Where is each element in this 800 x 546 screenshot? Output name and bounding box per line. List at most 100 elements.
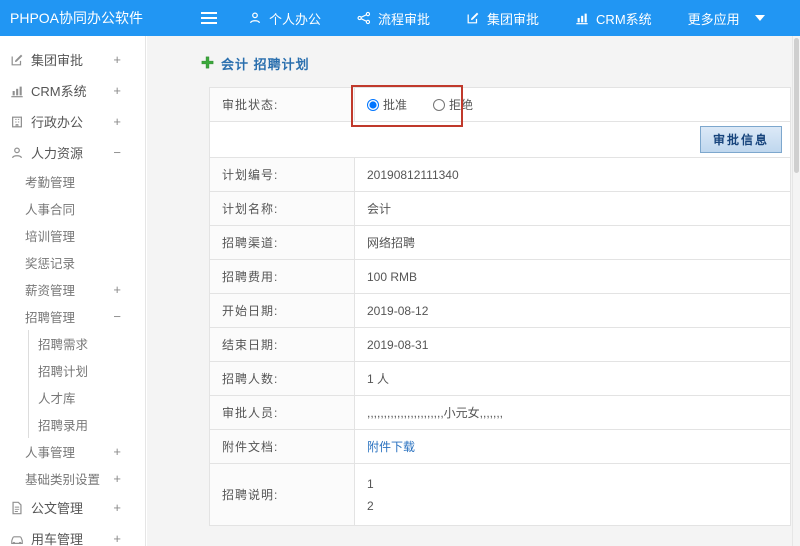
chart-icon: [10, 84, 24, 98]
radio-reject[interactable]: [433, 98, 446, 111]
nav-label: CRM系统: [596, 11, 652, 27]
sidebar-item-human-resources[interactable]: 人力资源 −: [0, 137, 145, 168]
field-value: 100 RMB: [354, 259, 791, 294]
sidebar-item-label: 用车管理: [31, 532, 84, 546]
field-row-headcount: 招聘人数: 1 人: [209, 361, 791, 396]
sidebar-item-crm[interactable]: CRM系统 +: [0, 75, 145, 106]
sidebar-item-label: 集团审批: [31, 53, 84, 68]
description-line: 2: [367, 498, 374, 513]
approval-button-row: 审批信息: [209, 121, 791, 158]
field-label: 招聘费用:: [209, 259, 355, 294]
field-value: 2019-08-12: [354, 293, 791, 328]
sidebar-item-label: 奖惩记录: [25, 257, 76, 271]
expand-toggle[interactable]: +: [113, 500, 121, 515]
sidebar-item-label: 人才库: [38, 392, 76, 406]
attachment-download-link[interactable]: 附件下载: [367, 440, 415, 454]
field-row-plan-number: 计划编号: 20190812111340: [209, 157, 791, 192]
sidebar-item-group-approval[interactable]: 集团审批 +: [0, 44, 145, 75]
sidebar-item-talent-pool[interactable]: 人才库: [29, 384, 145, 411]
people-icon: [10, 146, 24, 160]
expand-toggle[interactable]: +: [113, 83, 121, 98]
sidebar-item-label: 行政办公: [31, 115, 84, 130]
sidebar-item-training[interactable]: 培训管理: [0, 222, 145, 249]
sidebar-item-recruitment[interactable]: 招聘管理 −: [0, 303, 145, 330]
recruit-plan-form: 审批状态: 批准 拒绝 审批信息 计划编号: 20190812111340 计划…: [209, 87, 791, 526]
approval-info-button[interactable]: 审批信息: [699, 126, 782, 153]
field-label: 计划编号:: [209, 157, 355, 192]
sidebar-item-personnel[interactable]: 人事管理 +: [0, 438, 145, 465]
nav-label: 个人办公: [269, 11, 322, 27]
nav-label: 集团审批: [487, 11, 540, 27]
nav-personal-office[interactable]: 个人办公: [248, 9, 321, 28]
sidebar-item-recruit-demand[interactable]: 招聘需求: [29, 330, 145, 357]
chart-icon: [575, 11, 589, 25]
sidebar-item-attendance[interactable]: 考勤管理: [0, 168, 145, 195]
radio-reject-label: 拒绝: [449, 98, 474, 112]
sidebar-item-label: 人力资源: [31, 146, 84, 161]
radio-approve[interactable]: [367, 98, 379, 111]
sidebar-item-salary[interactable]: 薪资管理 +: [0, 276, 145, 303]
nav-label: 更多应用: [687, 11, 740, 27]
sidebar-item-label: 招聘计划: [38, 365, 89, 379]
main-content: 会计 招聘计划 审批状态: 批准 拒绝 审批信息 计划编号: 201908121…: [147, 36, 792, 546]
expand-toggle[interactable]: +: [113, 444, 121, 459]
chevron-down-icon: [754, 15, 765, 21]
sidebar-item-label: 培训管理: [25, 230, 76, 244]
field-row-approvers: 审批人员: ,,,,,,,,,,,,,,,,,,,,,,,小元女,,,,,,,: [209, 395, 791, 430]
field-label: 附件文档:: [209, 429, 355, 464]
car-icon: [10, 532, 24, 546]
nav-more-apps[interactable]: 更多应用: [688, 9, 765, 28]
sidebar-item-label: 公文管理: [31, 501, 84, 516]
nav-group-approval[interactable]: 集团审批: [466, 9, 539, 28]
flow-icon: [357, 11, 371, 25]
nav-process-approval[interactable]: 流程审批: [357, 9, 430, 28]
sidebar-item-label: 考勤管理: [25, 176, 76, 190]
field-label: 招聘人数:: [209, 361, 355, 396]
field-row-cost: 招聘费用: 100 RMB: [209, 259, 791, 294]
collapse-toggle[interactable]: −: [113, 145, 121, 160]
nav-label: 流程审批: [378, 11, 431, 27]
field-value: 20190812111340: [354, 157, 791, 192]
sidebar-item-label: 薪资管理: [25, 284, 76, 298]
expand-toggle[interactable]: +: [113, 471, 121, 486]
radio-approve-option[interactable]: 批准: [367, 96, 407, 113]
collapse-toggle[interactable]: −: [113, 309, 121, 324]
expand-toggle[interactable]: +: [113, 531, 121, 546]
nav-crm-system[interactable]: CRM系统: [575, 9, 652, 28]
sidebar-item-recruit-hire[interactable]: 招聘录用: [29, 411, 145, 438]
field-value: 1 2: [354, 463, 791, 526]
sidebar-item-label: 招聘录用: [38, 419, 89, 433]
radio-approve-label: 批准: [383, 98, 408, 112]
status-radio-group: 批准 拒绝: [367, 96, 778, 113]
sidebar-item-base-categories[interactable]: 基础类别设置 +: [0, 465, 145, 492]
vertical-scrollbar[interactable]: [792, 36, 800, 546]
sidebar-item-hr-contract[interactable]: 人事合同: [0, 195, 145, 222]
sidebar-item-admin-office[interactable]: 行政办公 +: [0, 106, 145, 137]
scrollbar-thumb[interactable]: [794, 38, 799, 173]
field-label: 结束日期:: [209, 327, 355, 362]
field-label: 开始日期:: [209, 293, 355, 328]
field-row-description: 招聘说明: 1 2: [209, 463, 791, 526]
expand-toggle[interactable]: +: [113, 282, 121, 297]
field-row-end-date: 结束日期: 2019-08-31: [209, 327, 791, 362]
field-value: 批准 拒绝: [354, 87, 791, 122]
field-row-attachment: 附件文档: 附件下载: [209, 429, 791, 464]
field-row-status: 审批状态: 批准 拒绝: [209, 87, 791, 122]
document-icon: [10, 501, 24, 515]
expand-toggle[interactable]: +: [113, 52, 121, 67]
top-nav: 个人办公 流程审批 集团审批 CRM系统 更多应用: [248, 9, 765, 28]
sidebar-item-documents[interactable]: 公文管理 +: [0, 492, 145, 523]
field-value: 网络招聘: [354, 225, 791, 260]
edit-icon: [10, 53, 24, 67]
field-value: 附件下载: [354, 429, 791, 464]
sidebar-item-rewards[interactable]: 奖惩记录: [0, 249, 145, 276]
sidebar-item-label: CRM系统: [31, 84, 87, 99]
sidebar-item-label: 人事合同: [25, 203, 76, 217]
sidebar-item-vehicle[interactable]: 用车管理 +: [0, 523, 145, 546]
radio-reject-option[interactable]: 拒绝: [433, 96, 473, 113]
field-row-start-date: 开始日期: 2019-08-12: [209, 293, 791, 328]
field-label: 招聘说明:: [209, 463, 355, 526]
sidebar-item-recruit-plan[interactable]: 招聘计划: [29, 357, 145, 384]
expand-toggle[interactable]: +: [113, 114, 121, 129]
hamburger-menu-icon[interactable]: [200, 11, 218, 25]
